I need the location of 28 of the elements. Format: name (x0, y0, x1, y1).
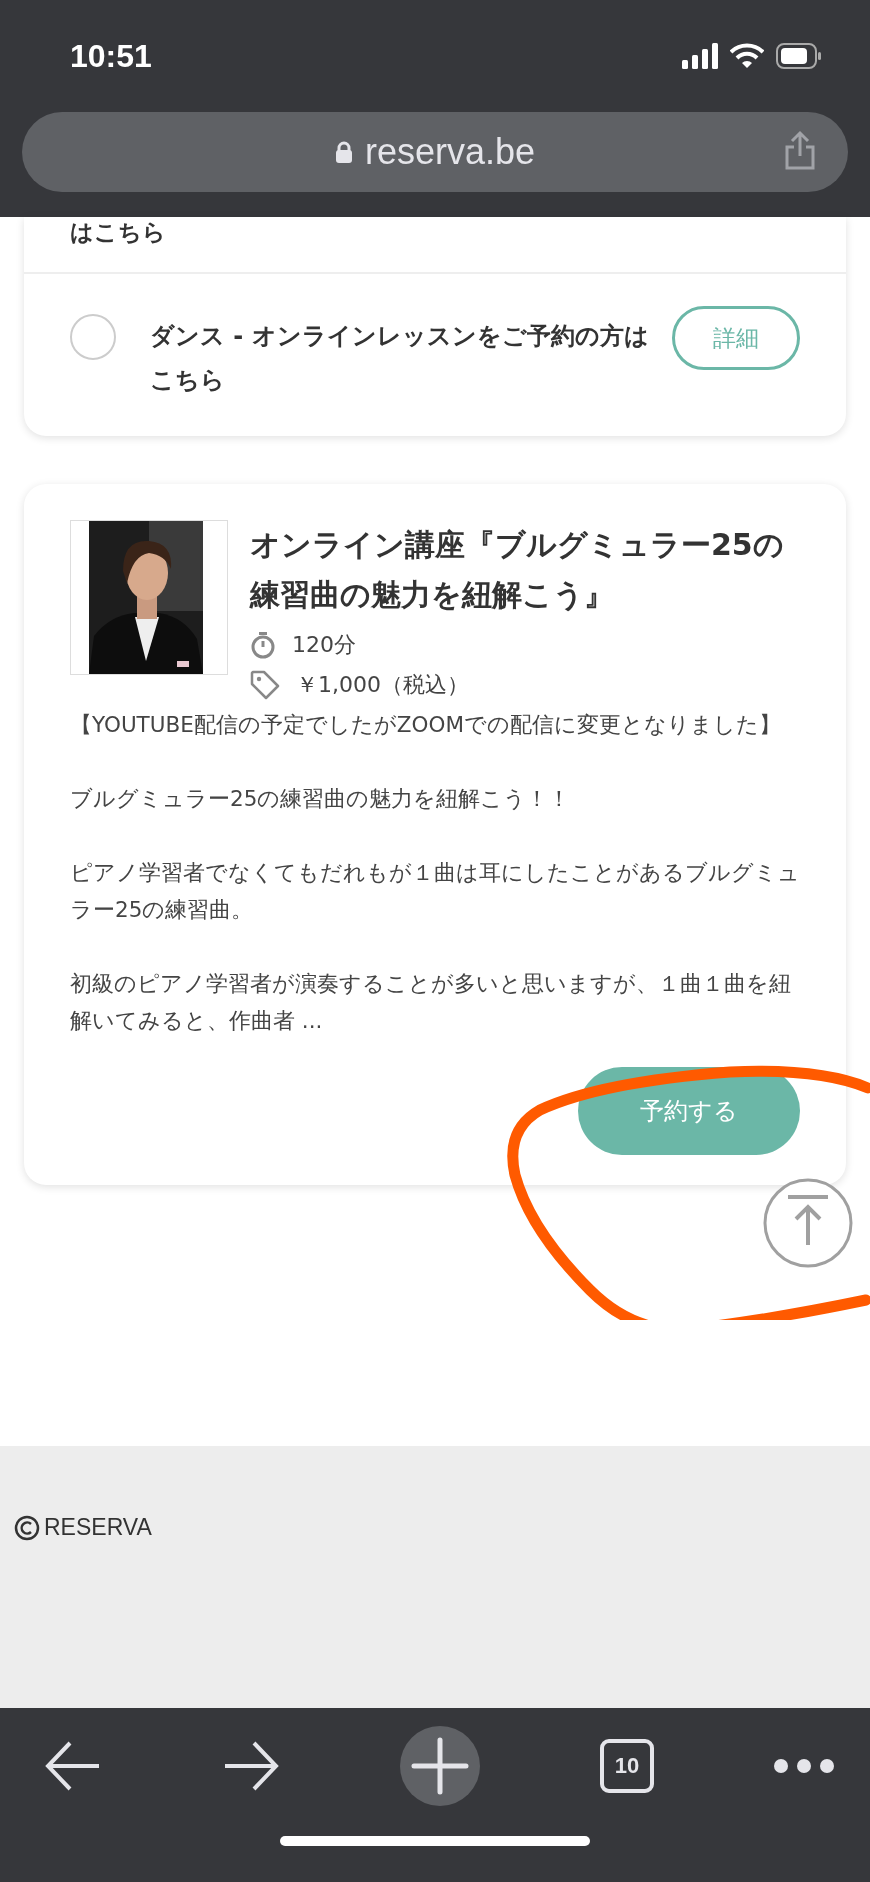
share-icon[interactable] (784, 130, 816, 170)
status-time: 10:51 (70, 37, 152, 75)
plan-option-label[interactable]: ダンス - オンラインレッスンをご予約の方はこちら (70, 314, 652, 402)
description-paragraph: 【YOUTUBE配信の予定でしたがZOOMでの配信に変更となりました】 (70, 711, 782, 739)
duration-text: 120分 (292, 631, 356, 659)
forward-arrow-icon[interactable] (222, 1740, 280, 1792)
price-text: ￥1,000（税込） (296, 671, 469, 699)
tab-count-button[interactable]: 10 (600, 1739, 654, 1793)
new-tab-icon[interactable] (400, 1726, 480, 1806)
more-icon[interactable] (774, 1758, 834, 1774)
copyright-icon (14, 1514, 40, 1541)
back-arrow-icon[interactable] (44, 1740, 102, 1792)
event-title[interactable]: オンライン講座『ブルグミュラー25の練習曲の魅力を紐解こう』 (250, 520, 800, 620)
plan-text: はこちら (70, 219, 166, 245)
stopwatch-icon (250, 631, 276, 659)
scroll-to-top-icon[interactable] (762, 1177, 854, 1269)
description-paragraph: ブルグミュラー25の練習曲の魅力を紐解こう！！ (70, 785, 572, 813)
url-text: reserva.be (364, 131, 536, 173)
description-paragraph: 初級のピアノ学習者が演奏することが多いと思いますが、１曲１曲を紐解いてみると、作曲者 ... (70, 970, 792, 1035)
description-paragraph: ピアノ学習者でなくてもだれもが１曲は耳にしたことがあるブルグミュラー25の練習曲。 (70, 859, 800, 924)
lock-icon (334, 141, 353, 163)
battery-icon (776, 43, 822, 69)
wifi-icon (730, 43, 764, 69)
signal-icon (682, 43, 718, 69)
radio-button[interactable] (70, 314, 116, 360)
address-bar[interactable]: reserva.be (22, 112, 848, 192)
tag-icon (250, 670, 280, 700)
copyright-text: RESERVA (44, 1514, 152, 1541)
